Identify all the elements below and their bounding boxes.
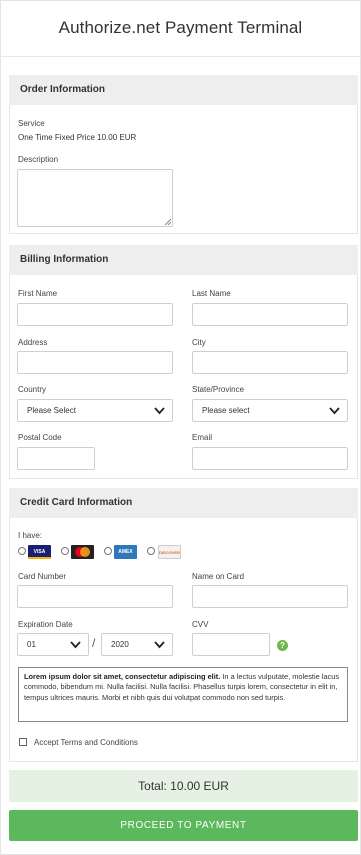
billing-section-header: Billing Information [9,245,358,275]
expiration-date-label: Expiration Date [18,620,73,629]
chevron-down-icon [70,641,81,649]
chevron-down-icon [154,641,165,649]
card-section-header: Credit Card Information [9,488,358,518]
state-select-value: Please select [202,406,250,415]
state-label: State/Province [192,385,245,394]
card-number-field[interactable] [17,585,173,608]
chevron-down-icon [154,407,165,415]
page-title: Authorize.net Payment Terminal [58,18,303,37]
exp-month-value: 01 [27,640,36,649]
amex-radio[interactable] [104,547,112,555]
postal-code-label: Postal Code [18,433,62,442]
exp-separator: / [92,636,96,650]
exp-month-select[interactable]: 01 [17,633,89,656]
chevron-down-icon [329,407,340,415]
service-label: Service [18,119,45,128]
visa-radio[interactable] [18,547,26,555]
last-name-label: Last Name [192,289,231,298]
first-name-field[interactable] [17,303,173,326]
mastercard-logo-icon [71,545,94,559]
card-type-label: I have: [18,531,43,540]
country-label: Country [18,385,47,394]
address-label: Address [18,338,48,347]
resize-handle-icon[interactable] [164,218,171,225]
description-label: Description [18,155,59,164]
name-on-card-label: Name on Card [192,572,245,581]
country-select-value: Please Select [27,406,76,415]
name-on-card-field[interactable] [192,585,348,608]
help-icon[interactable]: ? [277,640,288,651]
city-label: City [192,338,206,347]
accept-terms-checkbox[interactable] [19,738,27,746]
order-section-header: Order Information [9,75,358,105]
discover-radio[interactable] [147,547,155,555]
description-textarea[interactable] [17,169,173,227]
mastercard-radio[interactable] [61,547,69,555]
first-name-label: First Name [18,289,58,298]
mastercard-circles-icon [75,547,90,557]
title-divider [0,56,361,57]
discover-logo-icon: DISCOVER [158,545,181,559]
exp-year-select[interactable]: 2020 [101,633,173,656]
postal-code-field[interactable] [17,447,95,470]
cvv-label: CVV [192,620,209,629]
visa-logo-icon: VISA [28,545,51,559]
address-field[interactable] [17,351,173,374]
notice-bold-text: Lorem ipsum dolor sit amet, consectetur … [24,672,221,681]
amex-logo-icon: AMEX [114,545,137,559]
proceed-to-payment-button[interactable]: PROCEED TO PAYMENT [9,810,358,841]
city-field[interactable] [192,351,348,374]
state-select[interactable]: Please select [192,399,348,422]
email-field[interactable] [192,447,348,470]
accept-terms-label: Accept Terms and Conditions [34,738,138,747]
total-amount: Total: 10.00 EUR [9,770,358,802]
country-select[interactable]: Please Select [17,399,173,422]
card-number-label: Card Number [18,572,67,581]
email-label: Email [192,433,213,442]
service-value: One Time Fixed Price 10.00 EUR [18,133,137,142]
last-name-field[interactable] [192,303,348,326]
cvv-field[interactable] [192,633,270,656]
exp-year-value: 2020 [111,640,129,649]
terms-notice-text: Lorem ipsum dolor sit amet, consectetur … [18,667,348,722]
